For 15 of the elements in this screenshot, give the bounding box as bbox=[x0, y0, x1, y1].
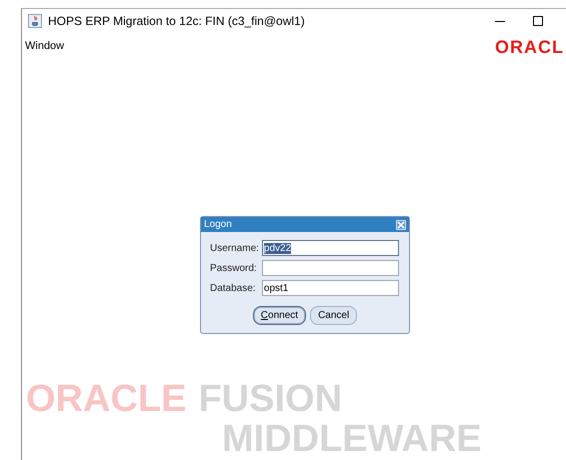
java-cup-icon bbox=[28, 14, 42, 28]
splash-brand: ORACLE bbox=[26, 379, 186, 419]
field-label: Username: bbox=[210, 242, 259, 254]
input-field[interactable]: opst1 bbox=[262, 280, 399, 296]
dialog-title: Logon bbox=[204, 219, 232, 230]
menu-item[interactable]: Window bbox=[25, 40, 64, 52]
window-title: HOPS ERP Migration to 12c: FIN (c3_fin@owl1) bbox=[48, 14, 306, 28]
input-field[interactable] bbox=[262, 260, 399, 276]
close-button[interactable] bbox=[396, 220, 406, 230]
connect-button[interactable]: Connect bbox=[252, 306, 306, 325]
field-label: Database: bbox=[210, 282, 257, 294]
oracle-logo: ORACL bbox=[495, 36, 564, 58]
field-label: Password: bbox=[210, 262, 258, 274]
input-field[interactable]: pdv22 bbox=[262, 240, 399, 256]
cancel-button[interactable]: Cancel bbox=[310, 306, 358, 325]
